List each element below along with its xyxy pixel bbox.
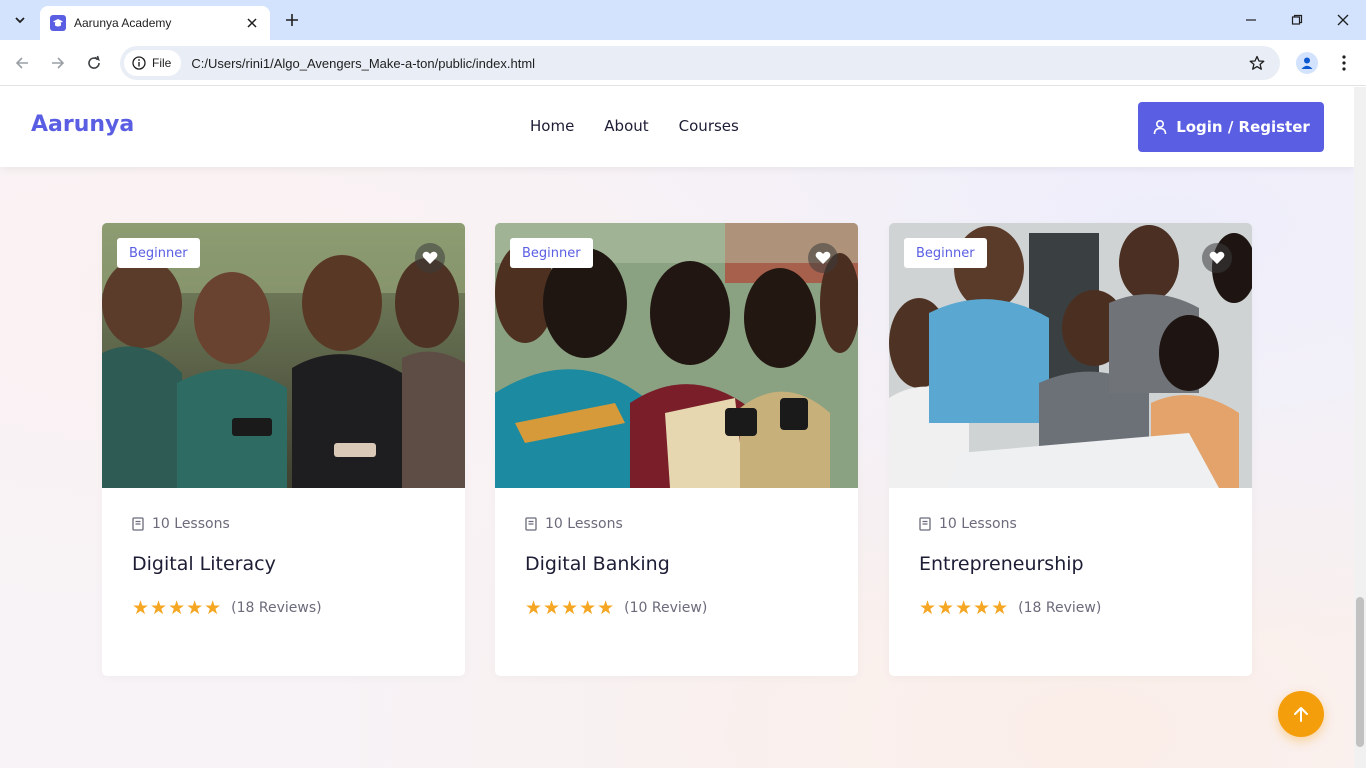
favorite-button[interactable] [1202,243,1232,273]
nav-link-courses[interactable]: Courses [679,117,739,135]
heart-icon [815,251,831,264]
bookmark-star-icon[interactable] [1246,52,1268,74]
book-icon [919,517,931,531]
page-scrollbar[interactable] [1354,87,1366,768]
page-viewport: Aarunya Home About Courses Login / Regis… [0,87,1366,768]
star-rating-icon: ★★★★★ [132,597,223,619]
minimize-icon [1246,19,1256,21]
info-icon [132,56,146,70]
course-rating: ★★★★★ (18 Reviews) [132,597,322,619]
course-rating: ★★★★★ (18 Review) [919,597,1101,619]
reviews-count: (18 Review) [1018,600,1102,616]
browser-menu-button[interactable] [1334,52,1354,74]
arrow-left-icon [15,57,28,69]
lessons-count: 10 Lessons [132,516,230,532]
brand-logo[interactable]: Aarunya [31,112,134,137]
restore-button[interactable] [1287,10,1307,30]
level-badge: Beginner [510,238,593,268]
close-icon [1337,14,1349,26]
minimize-button[interactable] [1241,10,1261,30]
graduation-cap-icon [50,15,66,31]
login-register-button[interactable]: Login / Register [1138,102,1324,152]
course-card-entrepreneurship[interactable]: Beginner 10 Lessons Entrepreneurship ★★★… [889,223,1252,676]
close-window-button[interactable] [1333,10,1353,30]
lessons-label: 10 Lessons [545,516,623,532]
login-register-label: Login / Register [1176,118,1310,136]
reviews-count: (10 Review) [624,600,708,616]
restore-icon [1291,14,1303,25]
chevron-down-icon [15,17,25,24]
reload-button[interactable] [83,52,105,74]
lessons-count: 10 Lessons [919,516,1017,532]
url-text[interactable]: C:/Users/rini1/Algo_Avengers_Make-a-ton/… [191,56,1246,71]
browser-tab-strip: Aarunya Academy [0,0,1366,40]
arrow-up-icon [1294,707,1308,722]
course-title[interactable]: Entrepreneurship [919,553,1084,575]
address-bar[interactable]: File C:/Users/rini1/Algo_Avengers_Make-a… [120,46,1280,80]
main-nav: Home About Courses [530,117,739,135]
profile-button[interactable] [1296,52,1318,74]
favorite-button[interactable] [415,243,445,273]
course-card-digital-literacy[interactable]: Beginner 10 Lessons Digital Literacy ★★★… [102,223,465,676]
site-chip-label: File [152,56,172,70]
level-badge: Beginner [117,238,200,268]
user-icon [1153,119,1167,135]
favorite-button[interactable] [808,243,838,273]
heart-icon [1209,251,1225,264]
reload-icon [88,55,100,69]
plus-icon [286,14,298,26]
nav-link-home[interactable]: Home [530,117,574,135]
course-card-digital-banking[interactable]: Beginner 10 Lessons Digital Banking ★★★★… [495,223,858,676]
new-tab-button[interactable] [282,10,302,30]
site-header: Aarunya Home About Courses Login / Regis… [0,87,1354,167]
tab-search-button[interactable] [8,8,32,32]
book-icon [132,517,144,531]
star-rating-icon: ★★★★★ [525,597,616,619]
tab-title: Aarunya Academy [74,16,172,30]
course-title[interactable]: Digital Banking [525,553,670,575]
level-badge: Beginner [904,238,987,268]
close-tab-icon[interactable] [244,15,260,31]
active-tab[interactable]: Aarunya Academy [40,6,270,40]
reviews-count: (18 Reviews) [231,600,322,616]
book-icon [525,517,537,531]
lessons-count: 10 Lessons [525,516,623,532]
star-rating-icon: ★★★★★ [919,597,1010,619]
back-to-top-button[interactable] [1278,691,1324,737]
course-title[interactable]: Digital Literacy [132,553,276,575]
site-info-chip[interactable]: File [124,50,182,76]
nav-link-about[interactable]: About [604,117,648,135]
back-button[interactable] [11,52,33,74]
scrollbar-thumb[interactable] [1356,597,1364,747]
arrow-right-icon [52,57,65,69]
heart-icon [422,251,438,264]
user-avatar-icon [1301,57,1313,69]
lessons-label: 10 Lessons [939,516,1017,532]
kebab-menu-icon [1342,55,1346,71]
forward-button[interactable] [47,52,69,74]
browser-toolbar: File C:/Users/rini1/Algo_Avengers_Make-a… [0,40,1366,86]
lessons-label: 10 Lessons [152,516,230,532]
course-rating: ★★★★★ (10 Review) [525,597,707,619]
